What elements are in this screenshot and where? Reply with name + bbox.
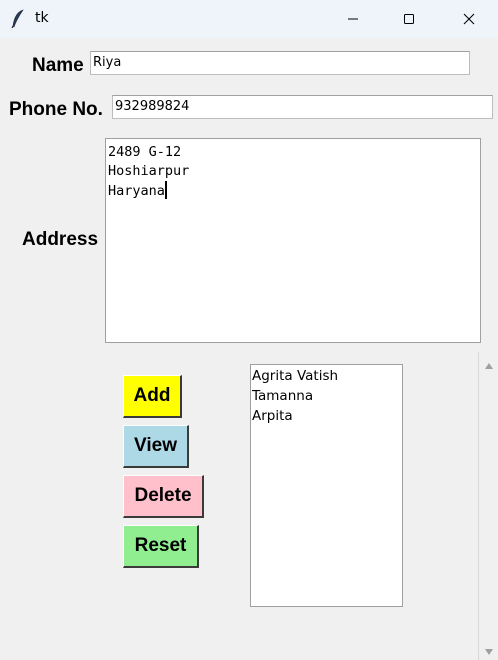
delete-button[interactable]: Delete [123, 475, 204, 518]
scrollbar-track [478, 352, 479, 660]
address-line-cursor-wrap: Haryana [108, 181, 478, 200]
name-label: Name [32, 55, 84, 76]
add-button[interactable]: Add [123, 375, 182, 418]
window-title: tk [35, 10, 49, 26]
list-item[interactable]: Agrita Vatish [252, 366, 401, 386]
address-line: 2489 G-12 [108, 144, 182, 160]
minimize-icon [348, 18, 358, 20]
address-label: Address [22, 229, 99, 250]
minimize-button[interactable] [330, 0, 376, 38]
contacts-listbox[interactable]: Agrita Vatish Tamanna Arpita [250, 364, 403, 607]
maximize-icon [404, 14, 414, 24]
vertical-scrollbar[interactable] [478, 352, 498, 660]
scroll-down-arrow-icon[interactable] [484, 648, 494, 656]
reset-button[interactable]: Reset [123, 525, 199, 568]
title-bar: tk [0, 0, 498, 38]
app-window: tk Name Riya Phone No. 932989824 Address… [0, 0, 498, 660]
list-item[interactable]: Arpita [252, 406, 401, 426]
maximize-button[interactable] [386, 0, 432, 38]
address-textarea[interactable]: 2489 G-12 Hoshiarpur Haryana [105, 138, 481, 343]
address-line: Haryana [108, 183, 165, 199]
close-icon [463, 13, 475, 25]
close-button[interactable] [446, 0, 492, 38]
name-field[interactable]: Riya [90, 51, 470, 75]
phone-field[interactable]: 932989824 [112, 95, 493, 119]
text-cursor [164, 181, 167, 199]
list-item[interactable]: Tamanna [252, 386, 401, 406]
feather-icon [11, 9, 24, 29]
view-button[interactable]: View [123, 425, 189, 468]
address-line: Hoshiarpur [108, 163, 190, 179]
scroll-up-arrow-icon[interactable] [484, 362, 494, 370]
phone-label: Phone No. [9, 99, 103, 120]
